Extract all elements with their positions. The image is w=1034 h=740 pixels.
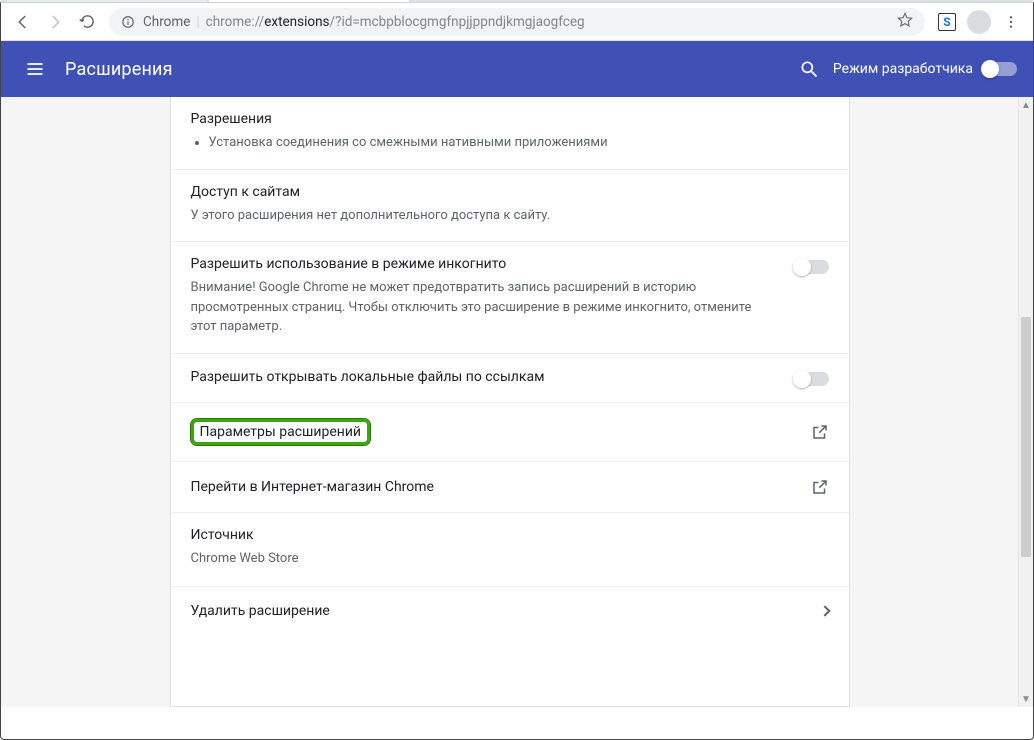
file-urls-section: Разрешить открывать локальные файлы по с… (171, 353, 849, 402)
permission-item: Установка соединения со смежными нативны… (209, 133, 829, 153)
omnibox-url-prefix: chrome:// (206, 14, 265, 30)
profile-avatar[interactable] (967, 10, 991, 34)
back-button[interactable] (7, 7, 39, 37)
address-bar[interactable]: Chrome | chrome://extensions/?id=mcbpblo… (109, 8, 925, 36)
source-section: Источник Chrome Web Store (171, 512, 849, 587)
chevron-right-icon (819, 605, 830, 616)
vertical-scrollbar[interactable]: ▲ ▼ (1018, 97, 1033, 707)
site-info-icon[interactable] (121, 15, 135, 29)
extension-button[interactable]: S (931, 7, 963, 37)
incognito-title: Разрешить использование в режиме инкогни… (191, 256, 765, 272)
site-access-title: Доступ к сайтам (191, 184, 829, 200)
browser-menu-button[interactable] (995, 7, 1027, 37)
chrome-web-store-row[interactable]: Перейти в Интернет-магазин Chrome (171, 461, 849, 512)
permissions-title: Разрешения (191, 111, 829, 127)
open-in-new-icon (811, 478, 829, 496)
extensions-menu-button[interactable] (17, 51, 53, 87)
browser-tab-google-chrome[interactable]: Google Chrome (7, 0, 207, 2)
file-urls-toggle[interactable] (795, 372, 829, 386)
extension-options-label: Параметры расширений (191, 419, 370, 445)
extension-options-row[interactable]: Параметры расширений (171, 402, 849, 461)
file-urls-title: Разрешить открывать локальные файлы по с… (191, 369, 765, 385)
site-access-section: Доступ к сайтам У этого расширения нет д… (171, 169, 849, 242)
scrollbar-thumb[interactable] (1021, 317, 1031, 557)
chrome-web-store-label: Перейти в Интернет-магазин Chrome (191, 479, 434, 495)
scroll-down-icon[interactable]: ▼ (1019, 691, 1033, 707)
developer-mode-toggle[interactable] (983, 62, 1017, 76)
bookmark-star-icon[interactable] (897, 12, 913, 32)
extensions-header-title: Расширения (65, 59, 173, 80)
extension-s-icon: S (938, 13, 956, 31)
browser-tab-extensions[interactable]: Расширения (209, 0, 409, 2)
extensions-search-button[interactable] (791, 51, 827, 87)
browser-toolbar: Chrome | chrome://extensions/?id=mcbpblo… (1, 3, 1033, 41)
remove-extension-label: Удалить расширение (191, 603, 330, 619)
incognito-body: Внимание! Google Chrome не может предотв… (191, 278, 765, 337)
source-value: Chrome Web Store (191, 549, 829, 569)
extensions-header: Расширения Режим разработчика (1, 41, 1033, 97)
forward-button[interactable] (39, 7, 71, 37)
remove-extension-row[interactable]: Удалить расширение (171, 586, 849, 635)
incognito-toggle[interactable] (795, 260, 829, 274)
omnibox-url-query: /?id=mcbpblocgmgfnpjjppndjkmgjaogfceg (330, 14, 585, 30)
scroll-up-icon[interactable]: ▲ (1019, 97, 1033, 113)
browser-tab-strip: Google Chrome Расширения (1, 0, 1033, 3)
reload-button[interactable] (71, 7, 103, 37)
permissions-section: Разрешения Установка соединения со смежн… (171, 97, 849, 169)
developer-mode-label: Режим разработчика (833, 61, 973, 77)
site-access-body: У этого расширения нет дополнительного д… (191, 206, 829, 226)
source-title: Источник (191, 527, 829, 543)
omnibox-scheme-label: Chrome (143, 14, 190, 30)
omnibox-url-main: extensions (264, 14, 329, 30)
extension-detail-card: Разрешения Установка соединения со смежн… (170, 97, 850, 707)
incognito-section: Разрешить использование в режиме инкогни… (171, 241, 849, 353)
open-in-new-icon (811, 423, 829, 441)
